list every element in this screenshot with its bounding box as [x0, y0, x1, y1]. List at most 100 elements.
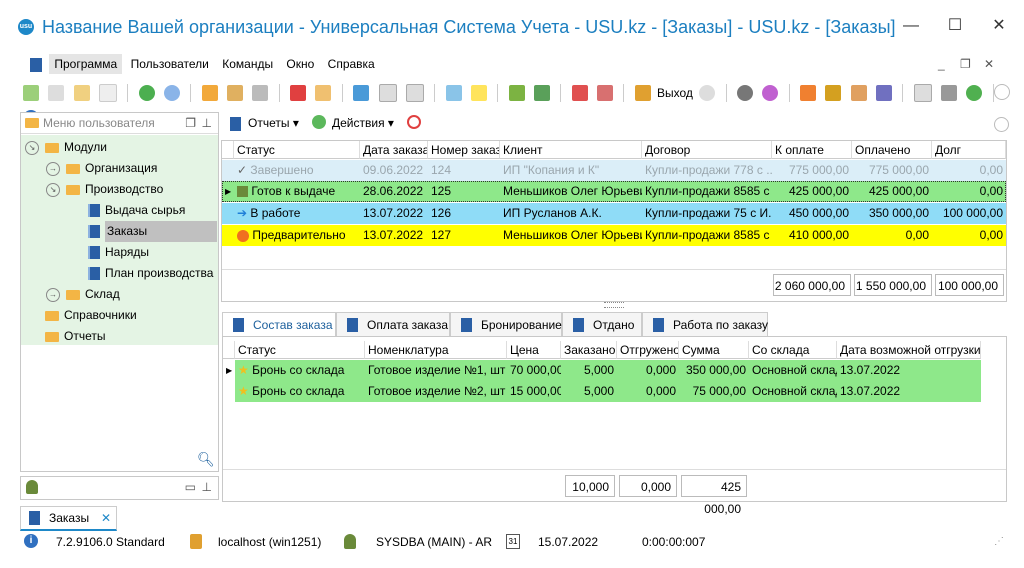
expand-circle-icon[interactable]: →: [46, 161, 60, 176]
sync-icon[interactable]: [138, 85, 155, 101]
app-logo-icon: usu: [18, 19, 34, 35]
forward-icon[interactable]: [966, 85, 983, 101]
table-row[interactable]: ✓ Завершено 09.06.2022 124 ИП "Копания и…: [222, 160, 1006, 181]
tree-item-orders[interactable]: Заказы: [88, 221, 217, 242]
mdi-minimize-button[interactable]: _: [938, 57, 945, 71]
col-topay[interactable]: К оплате: [772, 141, 852, 159]
tab-order-payment[interactable]: Оплата заказа: [336, 312, 450, 336]
expand-circle-icon[interactable]: →: [46, 287, 60, 302]
tab-given[interactable]: Отдано: [562, 312, 642, 336]
resize-grip-icon[interactable]: ⋰: [994, 536, 1004, 547]
col-warehouse[interactable]: Со склада: [749, 341, 837, 359]
actions-dropdown[interactable]: Действия ▾: [332, 116, 394, 130]
col-contract[interactable]: Договор: [642, 141, 772, 159]
refresh-icon[interactable]: [23, 85, 39, 101]
tab-order-work[interactable]: Работа по заказу: [642, 312, 768, 336]
lock-icon[interactable]: [825, 85, 842, 101]
mdi-close-button[interactable]: ✕: [984, 57, 994, 71]
new-icon[interactable]: [99, 84, 118, 102]
splitter-handle[interactable]: [604, 302, 624, 308]
tree-item-organization[interactable]: → Организация: [46, 158, 157, 179]
collapse-circle-icon[interactable]: ↘: [46, 182, 60, 197]
image-icon[interactable]: [315, 85, 332, 101]
note-icon[interactable]: [470, 85, 487, 101]
tab-booking[interactable]: Бронирование: [450, 312, 562, 336]
filter-settings-icon[interactable]: [252, 85, 269, 101]
col-number[interactable]: Номер заказа: [428, 141, 500, 159]
minimize-button[interactable]: —: [896, 14, 926, 38]
tree-item-reports[interactable]: Отчеты: [45, 326, 105, 347]
menu-commands[interactable]: Команды: [217, 54, 278, 74]
filter-clear-icon[interactable]: [227, 85, 244, 101]
table-row[interactable]: ▶ Готов к выдаче 28.06.2022 125 Меньшико…: [222, 181, 1006, 202]
edit-icon[interactable]: [73, 85, 90, 101]
flag-icon[interactable]: [290, 85, 307, 101]
toolbar-overflow-icon[interactable]: [994, 117, 1009, 132]
close-tab-icon[interactable]: ✕: [101, 507, 111, 529]
col-debt[interactable]: Долг: [932, 141, 1006, 159]
panel-pin-icon[interactable]: ⊥: [202, 480, 212, 494]
doc-tab-orders[interactable]: Заказы ✕: [20, 506, 117, 531]
tree-item-production[interactable]: ↘ Производство: [46, 179, 163, 200]
table-row[interactable]: Предварительно 13.07.2022 127 Меньшиков …: [222, 225, 1006, 246]
menu-users[interactable]: Пользователи: [126, 54, 214, 74]
toolbar-overflow-icon[interactable]: [994, 84, 1010, 100]
gear-icon[interactable]: [736, 85, 753, 101]
stop-icon[interactable]: [407, 115, 421, 129]
tab-order-items[interactable]: Состав заказа: [222, 312, 336, 336]
filter-icon[interactable]: [201, 85, 218, 101]
users-icon[interactable]: [850, 85, 867, 101]
add-row-icon[interactable]: [445, 85, 462, 101]
group-icon[interactable]: [353, 85, 370, 101]
tree-item-work-orders[interactable]: Наряды: [88, 242, 149, 263]
plug-icon[interactable]: [875, 85, 892, 101]
collapse-icon[interactable]: [405, 84, 424, 102]
col-item-name[interactable]: Номенклатура: [365, 341, 507, 359]
col-ordered[interactable]: Заказано: [561, 341, 617, 359]
table-row[interactable]: ➔ В работе 13.07.2022 126 ИП Русланов А.…: [222, 203, 1006, 224]
maximize-button[interactable]: ☐: [940, 14, 970, 38]
print-icon[interactable]: [941, 85, 957, 101]
rss-icon[interactable]: [799, 85, 816, 101]
col-shipped[interactable]: Отгружено: [617, 341, 679, 359]
more-icon[interactable]: [699, 85, 716, 101]
search-icon[interactable]: [164, 85, 181, 101]
col-ship-date[interactable]: Дата возможной отгрузки: [837, 341, 981, 359]
col-date[interactable]: Дата заказа: [360, 141, 428, 159]
delete-icon[interactable]: [571, 85, 588, 101]
mdi-restore-button[interactable]: ❐: [960, 57, 971, 71]
cancel-icon[interactable]: [596, 85, 613, 101]
tree-item-references[interactable]: Справочники: [45, 305, 137, 326]
tree-item-production-plan[interactable]: План производства: [88, 263, 213, 284]
col-client[interactable]: Клиент: [500, 141, 642, 159]
table-row[interactable]: ★ Бронь со склада Готовое изделие №2, шт…: [223, 381, 981, 402]
col-item-status[interactable]: Статус: [235, 341, 365, 359]
export-excel-icon[interactable]: [533, 85, 550, 101]
expand-icon[interactable]: [378, 84, 397, 102]
collapse-circle-icon[interactable]: ↘: [25, 140, 39, 155]
exit-label[interactable]: Выход: [657, 86, 693, 100]
menu-window[interactable]: Окно: [281, 54, 319, 74]
close-button[interactable]: ✕: [984, 14, 1014, 38]
download-icon[interactable]: [508, 85, 525, 101]
col-status[interactable]: Статус: [234, 141, 360, 159]
col-paid[interactable]: Оплачено: [852, 141, 932, 159]
tree-item-raw-issue[interactable]: Выдача сырья: [88, 200, 185, 221]
total-debt: 100 000,00: [935, 274, 1004, 296]
panel-minimize-icon[interactable]: ▭: [185, 480, 196, 494]
panel-pin-icon[interactable]: ⊥: [202, 113, 212, 133]
table-icon[interactable]: [913, 84, 932, 102]
col-sum[interactable]: Сумма: [679, 341, 749, 359]
search-icon[interactable]: 🔍︎: [197, 451, 215, 468]
tree-item-modules[interactable]: ↘ Модули: [25, 137, 107, 158]
reports-dropdown[interactable]: Отчеты ▾: [248, 116, 299, 130]
color-wheel-icon[interactable]: [762, 85, 779, 101]
panel-float-icon[interactable]: ❐: [185, 113, 196, 133]
menu-program[interactable]: Программа: [49, 54, 123, 74]
copy-icon[interactable]: [48, 85, 65, 101]
exit-icon[interactable]: [634, 85, 651, 101]
menu-help[interactable]: Справка: [323, 54, 380, 74]
tree-item-warehouse[interactable]: → Склад: [46, 284, 120, 305]
table-row[interactable]: ▶ ★ Бронь со склада Готовое изделие №1, …: [223, 360, 981, 381]
col-price[interactable]: Цена: [507, 341, 561, 359]
